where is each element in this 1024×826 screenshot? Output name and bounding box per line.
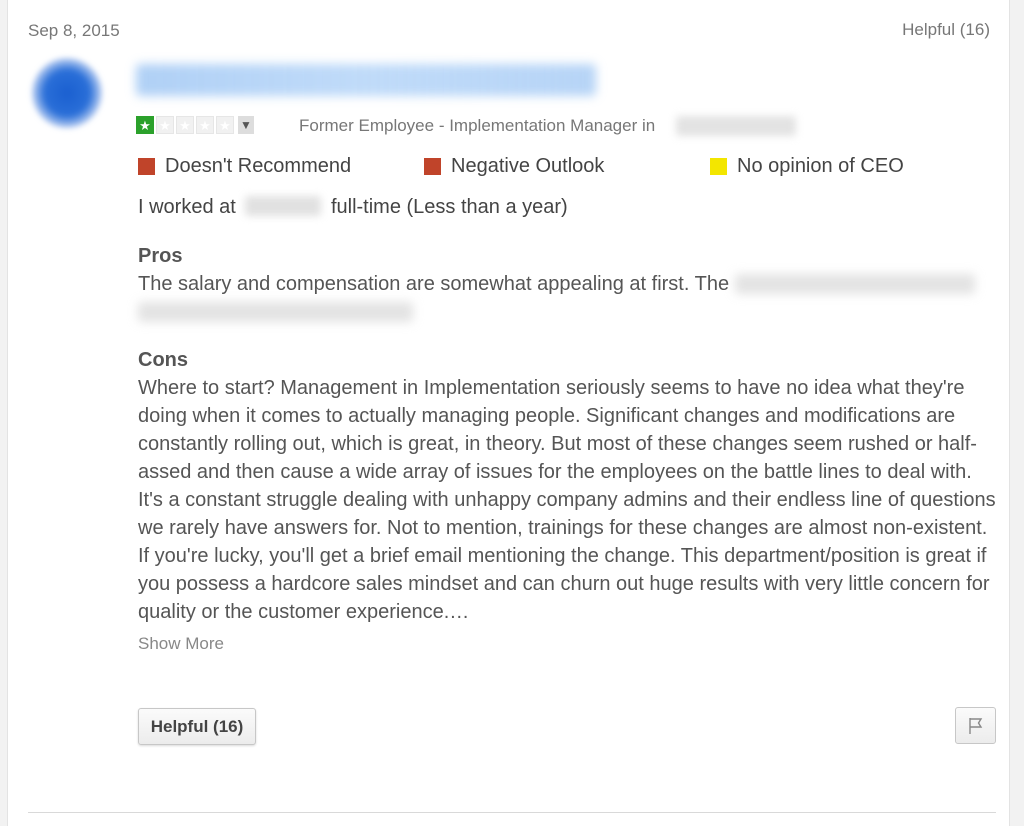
pros-title: Pros [138, 245, 183, 267]
company-name-redacted [245, 196, 322, 216]
pros-text: The salary and compensation are somewhat… [138, 270, 998, 326]
helpful-button[interactable]: Helpful (16) [138, 708, 256, 745]
pros-text-redacted [138, 302, 413, 322]
review-card: Sep 8, 2015 Helpful (16) ★ ★ ★ ★ ★ ▼ For… [7, 0, 1010, 826]
review-title-redacted[interactable] [136, 64, 596, 96]
show-more-link[interactable]: Show More [138, 634, 224, 654]
divider [28, 812, 996, 813]
pros-text-redacted [734, 274, 975, 294]
reviewer-status: Former Employee - Implementation Manager… [299, 116, 656, 135]
red-square-icon [424, 158, 441, 175]
employment-suffix: full-time (Less than a year) [330, 196, 568, 218]
flag-ceo: No opinion of CEO [710, 155, 904, 178]
star-icon: ★ [216, 116, 234, 134]
caret-down-icon[interactable]: ▼ [238, 116, 254, 134]
company-logo [32, 58, 102, 128]
yellow-square-icon [710, 158, 727, 175]
reviewer-location-redacted [676, 116, 796, 136]
cons-title: Cons [138, 349, 188, 371]
star-icon: ★ [136, 116, 154, 134]
flag-icon [968, 717, 982, 734]
star-icon: ★ [156, 116, 174, 134]
star-icon: ★ [196, 116, 214, 134]
flag-outlook: Negative Outlook [424, 155, 604, 178]
flag-recommend: Doesn't Recommend [138, 155, 351, 178]
report-button[interactable] [955, 707, 996, 744]
helpful-count: Helpful (16) [902, 20, 990, 39]
flag-label: Negative Outlook [451, 155, 605, 177]
review-flags: Doesn't Recommend Negative Outlook No op… [138, 155, 998, 179]
review-date: Sep 8, 2015 [28, 21, 120, 40]
employment-info: I worked at full-time (Less than a year) [138, 196, 568, 219]
red-square-icon [138, 158, 155, 175]
cons-text: Where to start? Management in Implementa… [138, 377, 996, 623]
flag-label: No opinion of CEO [737, 155, 904, 177]
pros-text-visible: The salary and compensation are somewhat… [138, 273, 730, 295]
star-icon: ★ [176, 116, 194, 134]
star-rating[interactable]: ★ ★ ★ ★ ★ ▼ [136, 114, 254, 136]
flag-label: Doesn't Recommend [165, 155, 352, 177]
employment-prefix: I worked at [138, 196, 236, 218]
